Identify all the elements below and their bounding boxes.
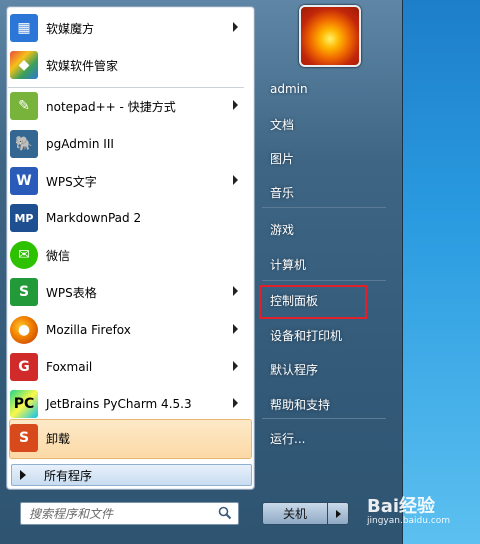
program-label: pgAdmin III — [46, 137, 114, 151]
expand-arrow-icon — [20, 470, 26, 480]
program-label: notepad++ - 快捷方式 — [46, 99, 176, 114]
watermark-url: jingyan.baidu.com — [367, 516, 451, 526]
program-item-wps-writer[interactable]: W WPS文字 — [6, 163, 246, 199]
right-item-music[interactable]: 音乐 — [262, 179, 394, 205]
all-programs-label: 所有程序 — [44, 468, 93, 483]
right-item-admin[interactable]: admin — [262, 76, 394, 102]
divider — [262, 280, 386, 281]
markdownpad-icon: MP — [10, 204, 38, 232]
search-icon[interactable] — [218, 506, 232, 520]
chevron-right-icon — [335, 509, 341, 518]
right-item-computer[interactable]: 计算机 — [262, 251, 394, 277]
program-item-markdownpad[interactable]: MP MarkdownPad 2 — [6, 200, 246, 236]
submenu-arrow-icon[interactable] — [233, 361, 238, 371]
shutdown-button[interactable]: 关机 — [262, 502, 328, 525]
notepad-plus-icon: ✎ — [10, 92, 38, 120]
right-item-run[interactable]: 运行... — [262, 425, 394, 451]
elephant-icon: 🐘 — [10, 130, 38, 158]
program-item-firefox[interactable]: ● Mozilla Firefox — [6, 312, 246, 348]
program-label: WPS文字 — [46, 174, 97, 189]
software-manager-icon: ◆ — [10, 51, 38, 79]
shutdown-options-button[interactable] — [327, 502, 349, 525]
uninstall-icon: S — [10, 424, 38, 452]
right-item-label: 帮助和支持 — [270, 397, 331, 412]
submenu-arrow-icon[interactable] — [233, 286, 238, 296]
rubik-cube-icon: ▦ — [10, 14, 38, 42]
program-label: WPS表格 — [46, 285, 97, 300]
right-item-label: 运行... — [270, 431, 306, 446]
program-item-wechat[interactable]: ✉ 微信 — [6, 237, 246, 273]
program-label: Mozilla Firefox — [46, 323, 131, 337]
program-label: JetBrains PyCharm 4.5.3 — [46, 397, 192, 411]
right-item-help-support[interactable]: 帮助和支持 — [262, 391, 394, 417]
program-item-foxmail[interactable]: G Foxmail — [6, 349, 246, 385]
divider — [262, 418, 386, 419]
program-item-uninstall[interactable]: S 卸载 — [6, 420, 246, 456]
start-menu: ▦ 软媒魔方 ◆ 软媒软件管家 ✎ notepad++ - 快捷方式 🐘 pgA… — [0, 0, 403, 544]
wps-writer-icon: W — [10, 167, 38, 195]
program-item-rubik[interactable]: ▦ 软媒魔方 — [6, 10, 246, 46]
right-item-pictures[interactable]: 图片 — [262, 145, 394, 171]
submenu-arrow-icon[interactable] — [233, 398, 238, 408]
right-item-label: 图片 — [270, 151, 295, 166]
program-item-wps-spreadsheet[interactable]: S WPS表格 — [6, 274, 246, 310]
program-item-notepad[interactable]: ✎ notepad++ - 快捷方式 — [6, 88, 246, 124]
program-item-pgadmin[interactable]: 🐘 pgAdmin III — [6, 126, 246, 162]
right-item-default-programs[interactable]: 默认程序 — [262, 356, 394, 382]
right-item-label: 音乐 — [270, 185, 295, 200]
right-item-label: 文档 — [270, 117, 295, 132]
program-label: MarkdownPad 2 — [46, 211, 142, 225]
right-item-devices-printers[interactable]: 设备和打印机 — [262, 322, 394, 348]
right-item-documents[interactable]: 文档 — [262, 111, 394, 137]
submenu-arrow-icon[interactable] — [233, 100, 238, 110]
submenu-arrow-icon[interactable] — [233, 175, 238, 185]
baidu-watermark: Bai经验 jingyan.baidu.com — [367, 492, 477, 540]
program-label: 卸载 — [46, 431, 71, 446]
program-item-software-manager[interactable]: ◆ 软媒软件管家 — [6, 47, 246, 83]
firefox-icon: ● — [10, 316, 38, 344]
right-item-label: 默认程序 — [270, 362, 319, 377]
submenu-arrow-icon[interactable] — [233, 324, 238, 334]
watermark-brand: Bai经验 — [367, 496, 436, 517]
program-label: 软媒软件管家 — [46, 58, 119, 73]
search-input[interactable] — [27, 505, 217, 522]
wechat-icon: ✉ — [10, 241, 38, 269]
right-item-games[interactable]: 游戏 — [262, 216, 394, 242]
program-label: 软媒魔方 — [46, 21, 95, 36]
submenu-arrow-icon[interactable] — [233, 22, 238, 32]
shutdown-label: 关机 — [282, 507, 307, 521]
all-programs-button[interactable]: 所有程序 — [11, 464, 252, 486]
foxmail-icon: G — [10, 353, 38, 381]
highlight-box — [259, 285, 367, 319]
program-label: 微信 — [46, 248, 71, 263]
program-label: Foxmail — [46, 360, 93, 374]
pycharm-icon: PC — [10, 390, 38, 418]
divider — [262, 207, 386, 208]
right-item-label: 设备和打印机 — [270, 328, 343, 343]
search-box[interactable] — [20, 502, 239, 525]
desktop-wallpaper — [402, 0, 480, 544]
wps-spreadsheet-icon: S — [10, 278, 38, 306]
user-avatar[interactable] — [299, 5, 361, 67]
program-item-pycharm[interactable]: PC JetBrains PyCharm 4.5.3 — [6, 386, 246, 422]
right-item-label: 游戏 — [270, 222, 295, 237]
right-item-label: admin — [270, 82, 308, 96]
right-item-label: 计算机 — [270, 257, 307, 272]
